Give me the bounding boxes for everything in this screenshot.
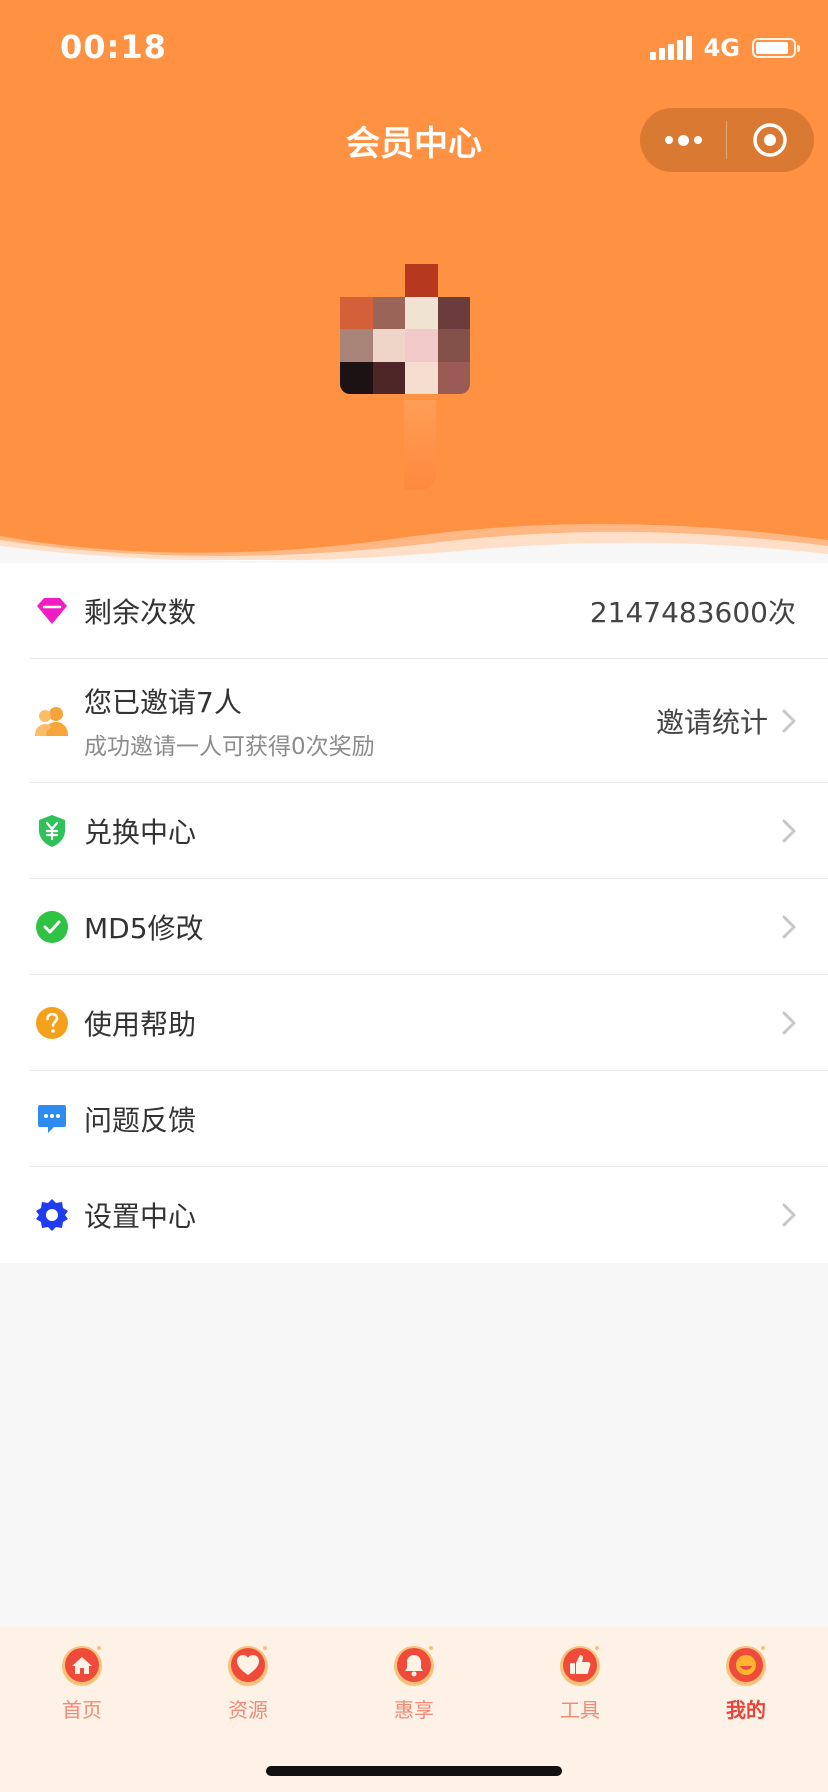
redeem-center-row[interactable]: 兑换中心 [0,783,828,879]
invite-stats-link[interactable]: 邀请统计 [656,701,768,741]
close-target-icon[interactable] [727,108,813,172]
remaining-count-value: 2147483600次 [589,596,796,629]
tab-tools-label: 工具 [560,1698,600,1722]
smile-icon [726,1646,766,1686]
tab-home[interactable]: 首页 [22,1640,142,1723]
check-circle-icon [34,909,70,945]
status-indicators: 4G [649,34,800,62]
chevron-right-icon [782,915,796,939]
tab-mine-label: 我的 [726,1698,766,1722]
invite-count-label: 您已邀请7人 [84,686,242,719]
remaining-count-row: 剩余次数 2147483600次 [0,563,828,659]
tab-deals-label: 惠享 [394,1698,434,1722]
tab-resources-label: 资源 [228,1698,268,1722]
chevron-right-icon [782,1203,796,1227]
tab-deals[interactable]: 惠享 [354,1640,474,1723]
more-icon[interactable] [640,108,726,172]
heart-icon [228,1646,268,1686]
home-indicator [266,1766,562,1776]
question-circle-icon [34,1005,70,1041]
chevron-right-icon [782,1011,796,1035]
gear-icon [34,1197,70,1233]
md5-modify-row[interactable]: MD5修改 [0,879,828,975]
avatar[interactable] [340,264,470,394]
username-blurred [404,400,436,490]
feedback-label: 问题反馈 [84,1104,197,1137]
tab-mine[interactable]: 我的 [686,1640,806,1723]
md5-modify-label: MD5修改 [84,912,204,945]
invite-reward-hint: 成功邀请一人可获得0次奖励 [84,734,375,760]
status-bar: 00:18 4G [0,0,828,100]
help-row[interactable]: 使用帮助 [0,975,828,1071]
mini-program-capsule [640,108,814,172]
diamond-icon [34,593,70,629]
battery-icon [752,38,800,58]
remaining-count-label: 剩余次数 [84,596,197,629]
tab-home-label: 首页 [62,1698,102,1722]
invite-row[interactable]: 您已邀请7人 成功邀请一人可获得0次奖励 邀请统计 [0,659,828,783]
chat-bubble-icon [34,1101,70,1137]
home-icon [62,1646,102,1686]
tab-tools[interactable]: 工具 [520,1640,640,1723]
redeem-center-label: 兑换中心 [84,816,197,849]
tab-resources[interactable]: 资源 [188,1640,308,1723]
yen-shield-icon [34,813,70,849]
settings-row[interactable]: 设置中心 [0,1167,828,1263]
header-wave [0,523,828,570]
settings-label: 设置中心 [84,1200,197,1233]
member-menu-list: 剩余次数 2147483600次 您已邀请7人 成功邀请一人可获得0次奖励 邀请… [0,563,828,1263]
member-center-screen: 00:18 4G 会员中心 剩余次数 2147483600次 您已邀请7人 成功… [0,0,828,1792]
chevron-right-icon [782,709,796,733]
thumbs-up-icon [560,1646,600,1686]
network-type: 4G [703,34,740,62]
chevron-right-icon [782,819,796,843]
status-time: 00:18 [60,28,167,66]
help-label: 使用帮助 [84,1008,197,1041]
feedback-row[interactable]: 问题反馈 [0,1071,828,1167]
bell-icon [394,1646,434,1686]
signal-icon [649,36,692,60]
users-icon [34,703,70,739]
